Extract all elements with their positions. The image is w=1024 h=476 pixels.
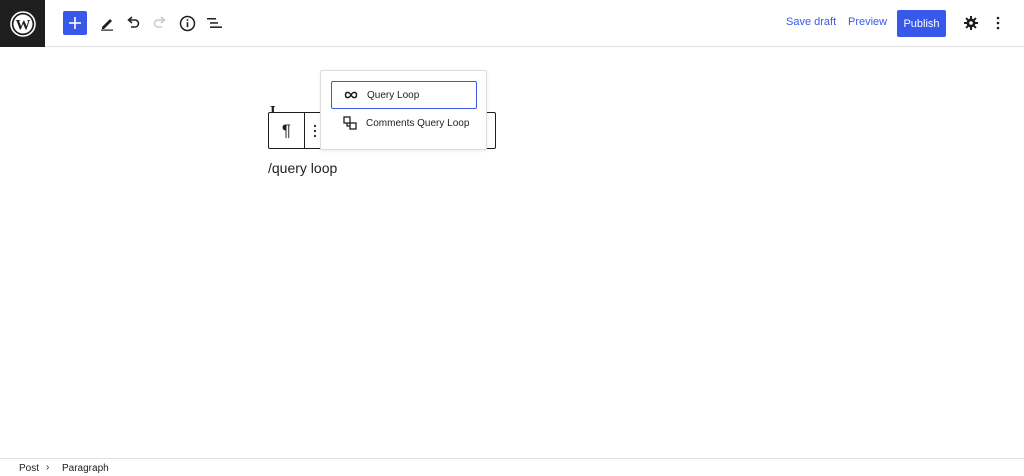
settings-button[interactable] — [959, 11, 983, 35]
details-button[interactable] — [175, 11, 199, 35]
tools-button[interactable] — [95, 11, 119, 35]
save-draft-button[interactable]: Save draft — [786, 16, 836, 28]
option-label: Query Loop — [367, 89, 420, 101]
publish-button[interactable]: Publish — [897, 10, 946, 37]
block-inserter-button[interactable] — [63, 11, 87, 35]
option-comments-query-loop[interactable]: Comments Query Loop — [331, 109, 477, 137]
editor-header: W Save draft Preview Publish — [0, 0, 1024, 47]
editor-canvas[interactable]: I ¶ /query loop Query Loop Comments Quer… — [0, 48, 1024, 458]
editor-app: W Save draft Preview Publish I ¶ /query … — [0, 0, 1024, 476]
undo-icon — [127, 16, 140, 28]
options-button[interactable] — [986, 11, 1010, 35]
list-view-icon — [206, 18, 222, 28]
svg-text:W: W — [15, 17, 30, 33]
paragraph-block[interactable]: /query loop — [268, 160, 337, 176]
preview-button[interactable]: Preview — [848, 16, 887, 28]
block-autocomplete-popover: Query Loop Comments Query Loop — [320, 70, 487, 150]
breadcrumb-post[interactable]: Post — [19, 463, 39, 474]
gear-icon — [964, 16, 978, 30]
breadcrumb: Post › Paragraph — [0, 458, 1024, 476]
list-view-button[interactable] — [202, 11, 226, 35]
wordpress-logo-icon[interactable]: W — [0, 0, 45, 47]
kebab-icon — [996, 16, 1000, 30]
undo-button[interactable] — [121, 11, 145, 35]
block-type-button[interactable]: ¶ — [269, 113, 305, 148]
info-icon — [179, 15, 195, 31]
option-label: Comments Query Loop — [366, 117, 470, 129]
option-query-loop[interactable]: Query Loop — [331, 81, 477, 109]
redo-icon — [153, 16, 166, 28]
redo-button[interactable] — [148, 11, 172, 35]
loop-icon — [344, 88, 358, 102]
comments-query-icon — [343, 116, 357, 130]
chevron-right-icon: › — [46, 462, 50, 473]
paragraph-icon: ¶ — [281, 120, 292, 140]
breadcrumb-paragraph: Paragraph — [62, 463, 109, 474]
pencil-icon — [101, 19, 113, 31]
plus-icon — [69, 17, 81, 29]
